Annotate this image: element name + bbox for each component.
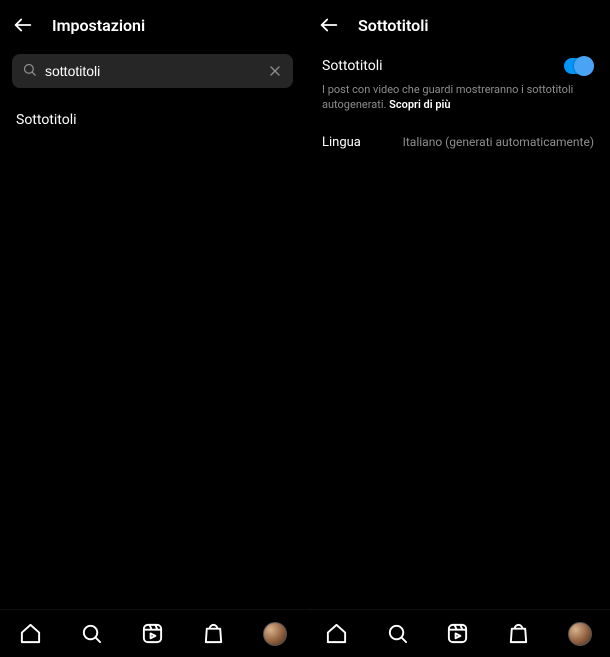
back-icon[interactable]: [318, 14, 340, 36]
page-title: Sottotitoli: [358, 16, 429, 35]
nav-shop-icon[interactable]: [194, 614, 234, 654]
language-value: Italiano (generati automaticamente): [403, 135, 594, 149]
back-icon[interactable]: [12, 14, 34, 36]
clear-icon[interactable]: [267, 63, 283, 79]
nav-reels-icon[interactable]: [133, 614, 173, 654]
nav-reels-icon[interactable]: [438, 614, 478, 654]
language-label: Lingua: [322, 135, 361, 150]
header: Impostazioni: [0, 0, 305, 46]
search-container: [0, 46, 305, 98]
avatar: [568, 622, 592, 646]
nav-shop-icon[interactable]: [499, 614, 539, 654]
captions-toggle-row[interactable]: Sottotitoli: [306, 46, 610, 82]
header: Sottotitoli: [306, 0, 610, 46]
nav-search-icon[interactable]: [72, 614, 112, 654]
search-result-sottotitoli[interactable]: Sottotitoli: [0, 98, 305, 142]
language-row[interactable]: Lingua Italiano (generati automaticament…: [306, 117, 610, 168]
nav-home-icon[interactable]: [316, 614, 356, 654]
page-title: Impostazioni: [52, 16, 145, 35]
settings-pane: Impostazioni Sottotitoli: [0, 0, 305, 657]
search-field[interactable]: [12, 54, 293, 88]
captions-toggle[interactable]: [564, 58, 594, 74]
captions-description: I post con video che guardi mostreranno …: [306, 82, 610, 117]
nav-profile-avatar[interactable]: [255, 614, 295, 654]
captions-content: Sottotitoli I post con video che guardi …: [306, 46, 610, 609]
bottom-nav: [0, 609, 305, 657]
avatar: [263, 622, 287, 646]
bottom-nav: [306, 609, 610, 657]
nav-home-icon[interactable]: [11, 614, 51, 654]
captions-pane: Sottotitoli Sottotitoli I post con video…: [305, 0, 610, 657]
nav-search-icon[interactable]: [377, 614, 417, 654]
learn-more-link[interactable]: Scopri di più: [389, 98, 450, 111]
search-input[interactable]: [45, 63, 259, 79]
captions-toggle-label: Sottotitoli: [322, 58, 383, 74]
search-icon: [22, 62, 37, 81]
search-results: Sottotitoli: [0, 98, 305, 609]
nav-profile-avatar[interactable]: [560, 614, 600, 654]
